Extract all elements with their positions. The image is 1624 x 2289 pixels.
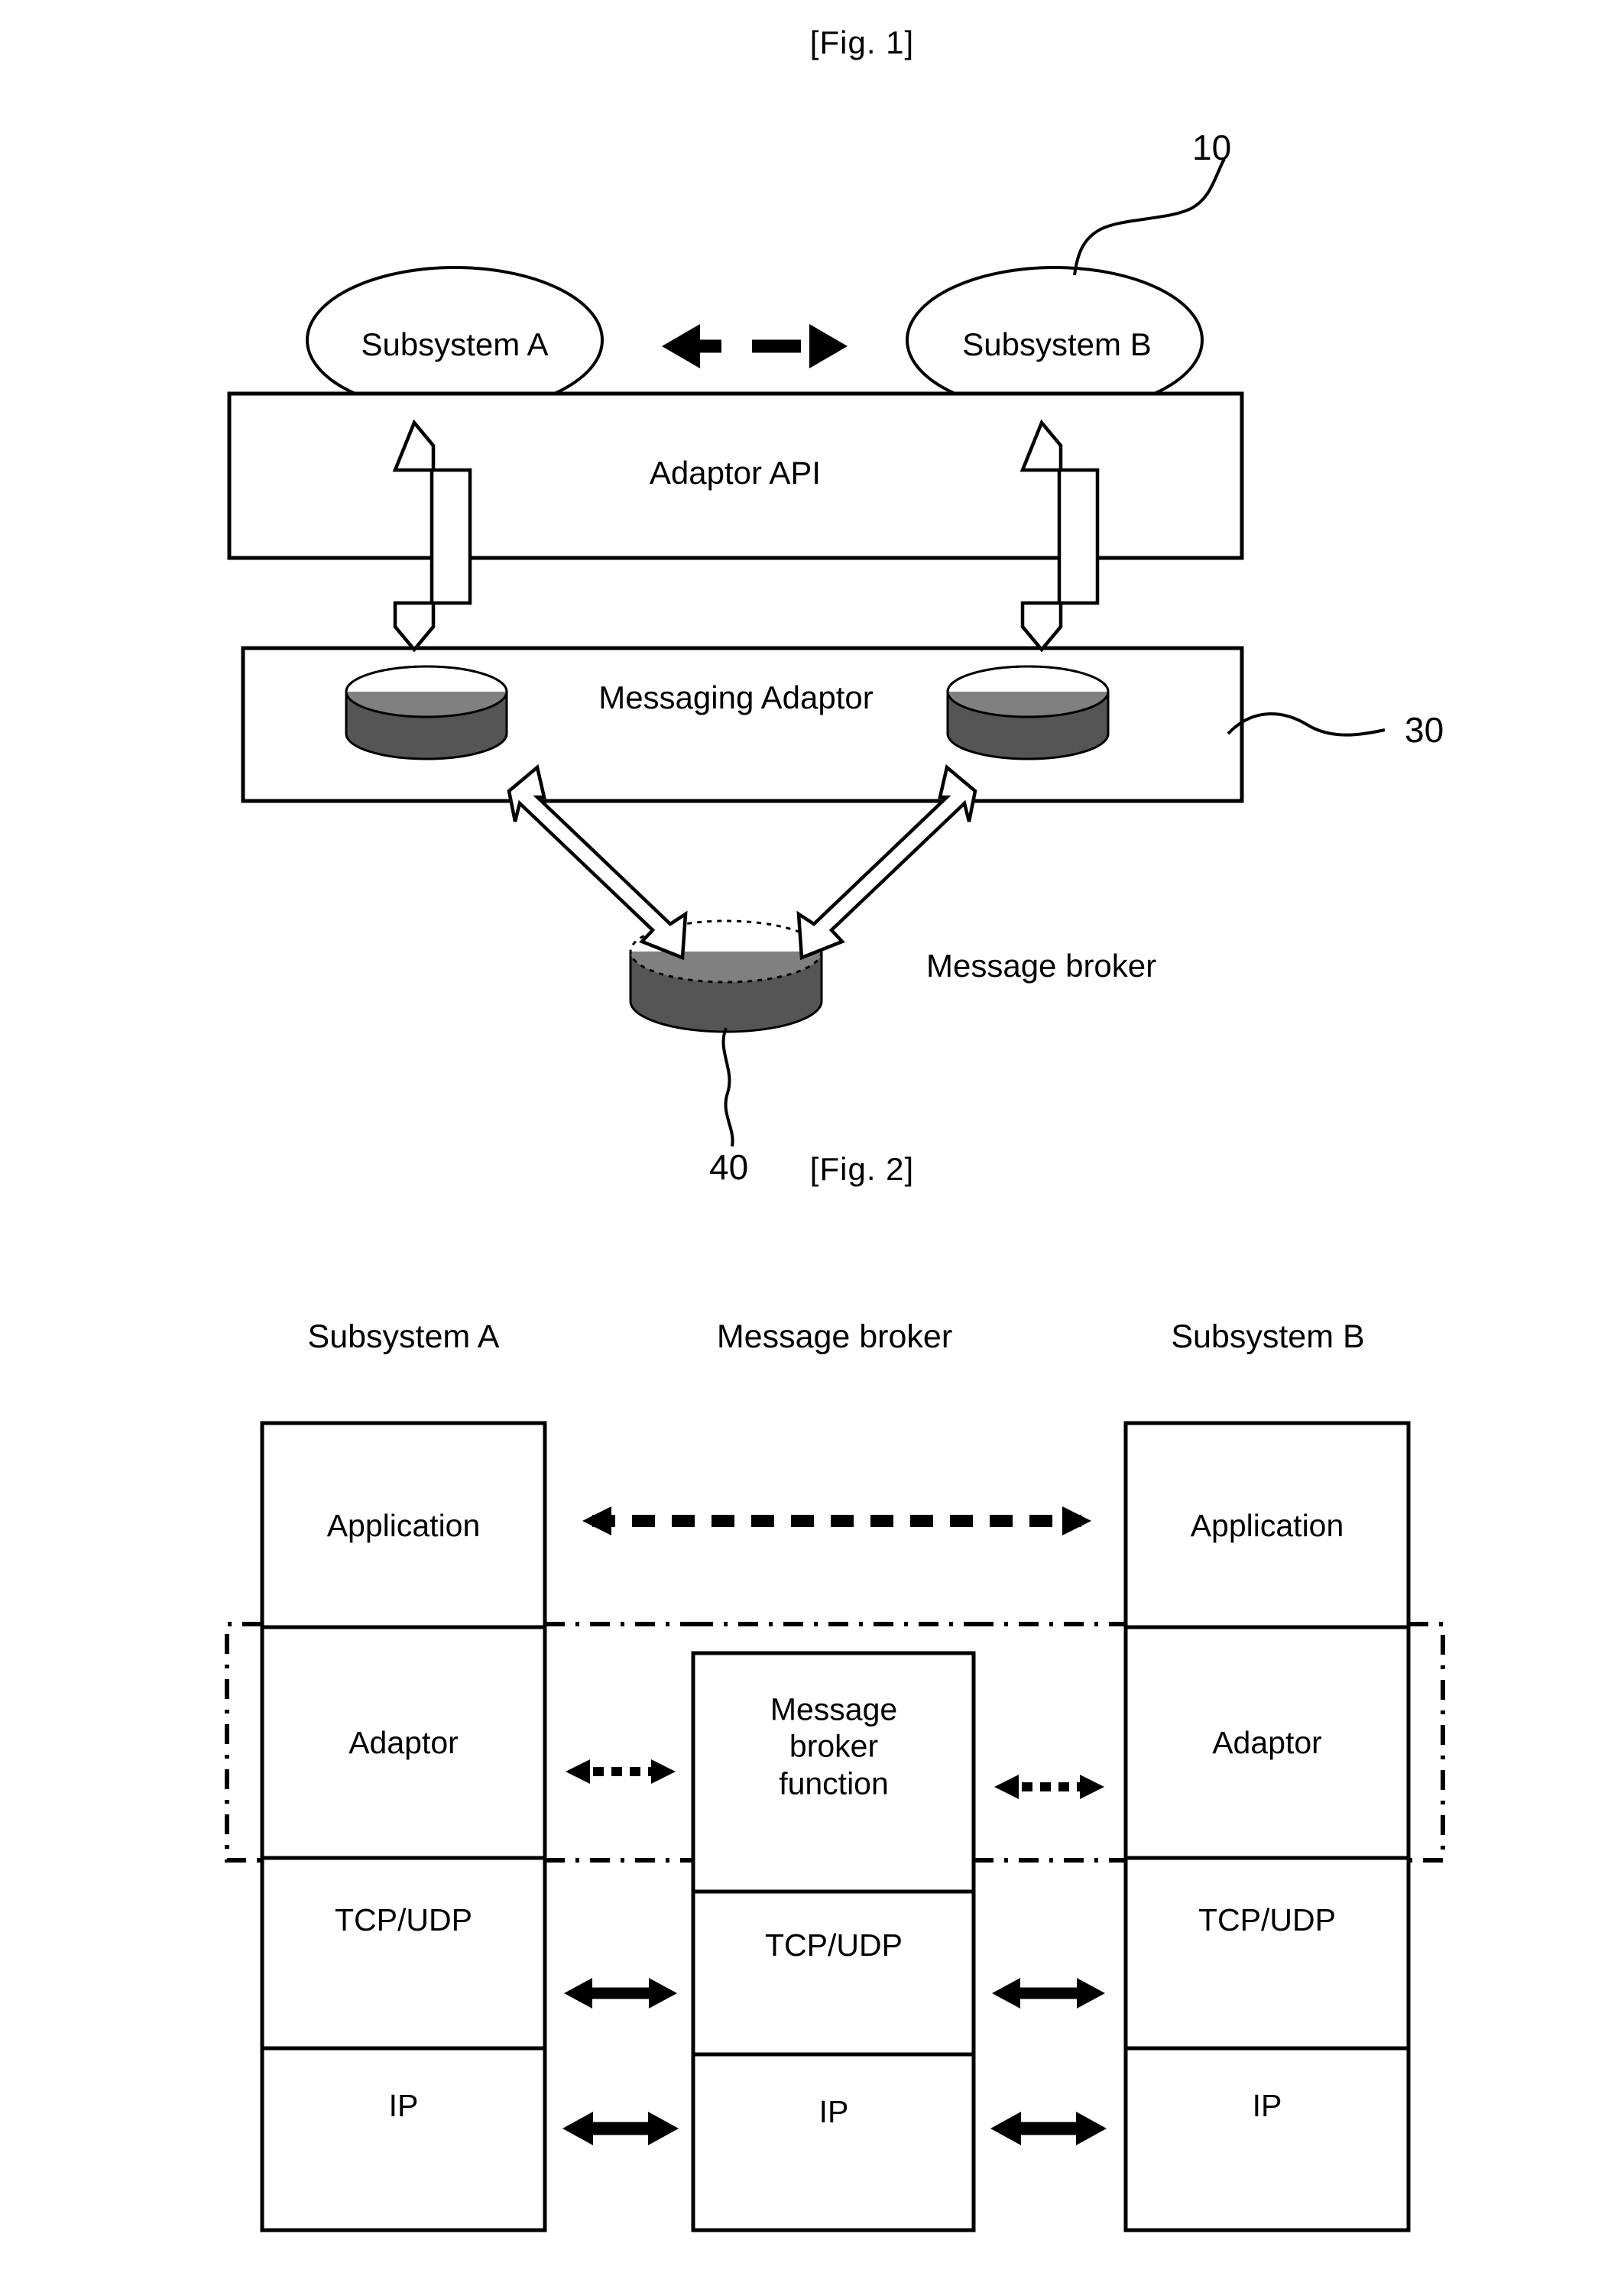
colB-ip-label: IP [1252, 2087, 1282, 2123]
colB-tcpudp-box [1123, 1856, 1411, 2051]
adaptor-api-label: Adaptor API [649, 455, 822, 491]
colM-function-label: Message broker function [770, 1691, 897, 1801]
ip-link-arrow-left [562, 2112, 679, 2145]
adaptor-queue-cylinder-right [946, 665, 1110, 760]
colA-adaptor-label: Adaptor [348, 1724, 459, 1760]
messaging-adaptor-label: Messaging Adaptor [598, 679, 874, 715]
colM-function-line-2: broker [789, 1728, 879, 1764]
colM-ip-label: IP [818, 2093, 849, 2129]
ref-10-leader [1073, 158, 1226, 276]
colM-tcpudp-box [691, 1889, 976, 2057]
patent-drawing-sheet: [Fig. 1] 10 30 40 Subsystem A Subsystem … [0, 0, 1624, 2289]
colM-function-line-1: Message [770, 1691, 898, 1727]
ip-link-arrow-right [990, 2112, 1107, 2145]
colA-tcpudp-label: TCP/UDP [335, 1902, 472, 1937]
colA-tcpudp-box [260, 1856, 547, 2051]
ref-30-leader [1227, 712, 1386, 737]
colM-function-line-3: function [779, 1765, 889, 1801]
figure2-header-subsystem-b: Subsystem B [1171, 1318, 1365, 1355]
message-broker-label: Message broker [926, 948, 1157, 984]
figure-2-caption: [Fig. 2] [809, 1151, 915, 1187]
figure2-header-message-broker: Message broker [716, 1318, 953, 1355]
tcpudp-link-arrow-left [564, 1978, 677, 2009]
colM-tcpudp-label: TCP/UDP [765, 1927, 903, 1963]
adaptor-scope-bracket-right [1408, 1622, 1445, 1863]
subsystem-a-label: Subsystem A [361, 326, 549, 362]
colB-application-label: Application [1190, 1507, 1344, 1543]
adaptor-scope-bracket-left [225, 1622, 262, 1863]
colB-tcpudp-label: TCP/UDP [1198, 1902, 1336, 1937]
colB-ip-box [1123, 2046, 1411, 2232]
figure2-header-subsystem-a: Subsystem A [307, 1318, 500, 1355]
colA-ip-box [260, 2046, 547, 2232]
ref-number-40: 40 [709, 1147, 749, 1187]
ref-number-30: 30 [1405, 710, 1444, 750]
ref-number-10: 10 [1192, 128, 1232, 167]
subsystem-b-label: Subsystem B [962, 326, 1152, 362]
colM-ip-box [691, 2052, 976, 2232]
subsystem-link-arrow [662, 324, 848, 368]
colA-application-label: Application [326, 1507, 481, 1543]
adaptor-link-arrow-left [566, 1759, 676, 1784]
figure-1-caption: [Fig. 1] [809, 24, 915, 60]
application-link-arrow [582, 1506, 1091, 1535]
colA-ip-label: IP [388, 2087, 419, 2123]
ref-40-leader [721, 1027, 734, 1147]
adaptor-link-arrow-right [994, 1775, 1104, 1799]
colB-adaptor-label: Adaptor [1212, 1724, 1322, 1760]
adaptor-queue-cylinder-left [345, 665, 508, 760]
tcpudp-link-arrow-right [992, 1978, 1105, 2009]
